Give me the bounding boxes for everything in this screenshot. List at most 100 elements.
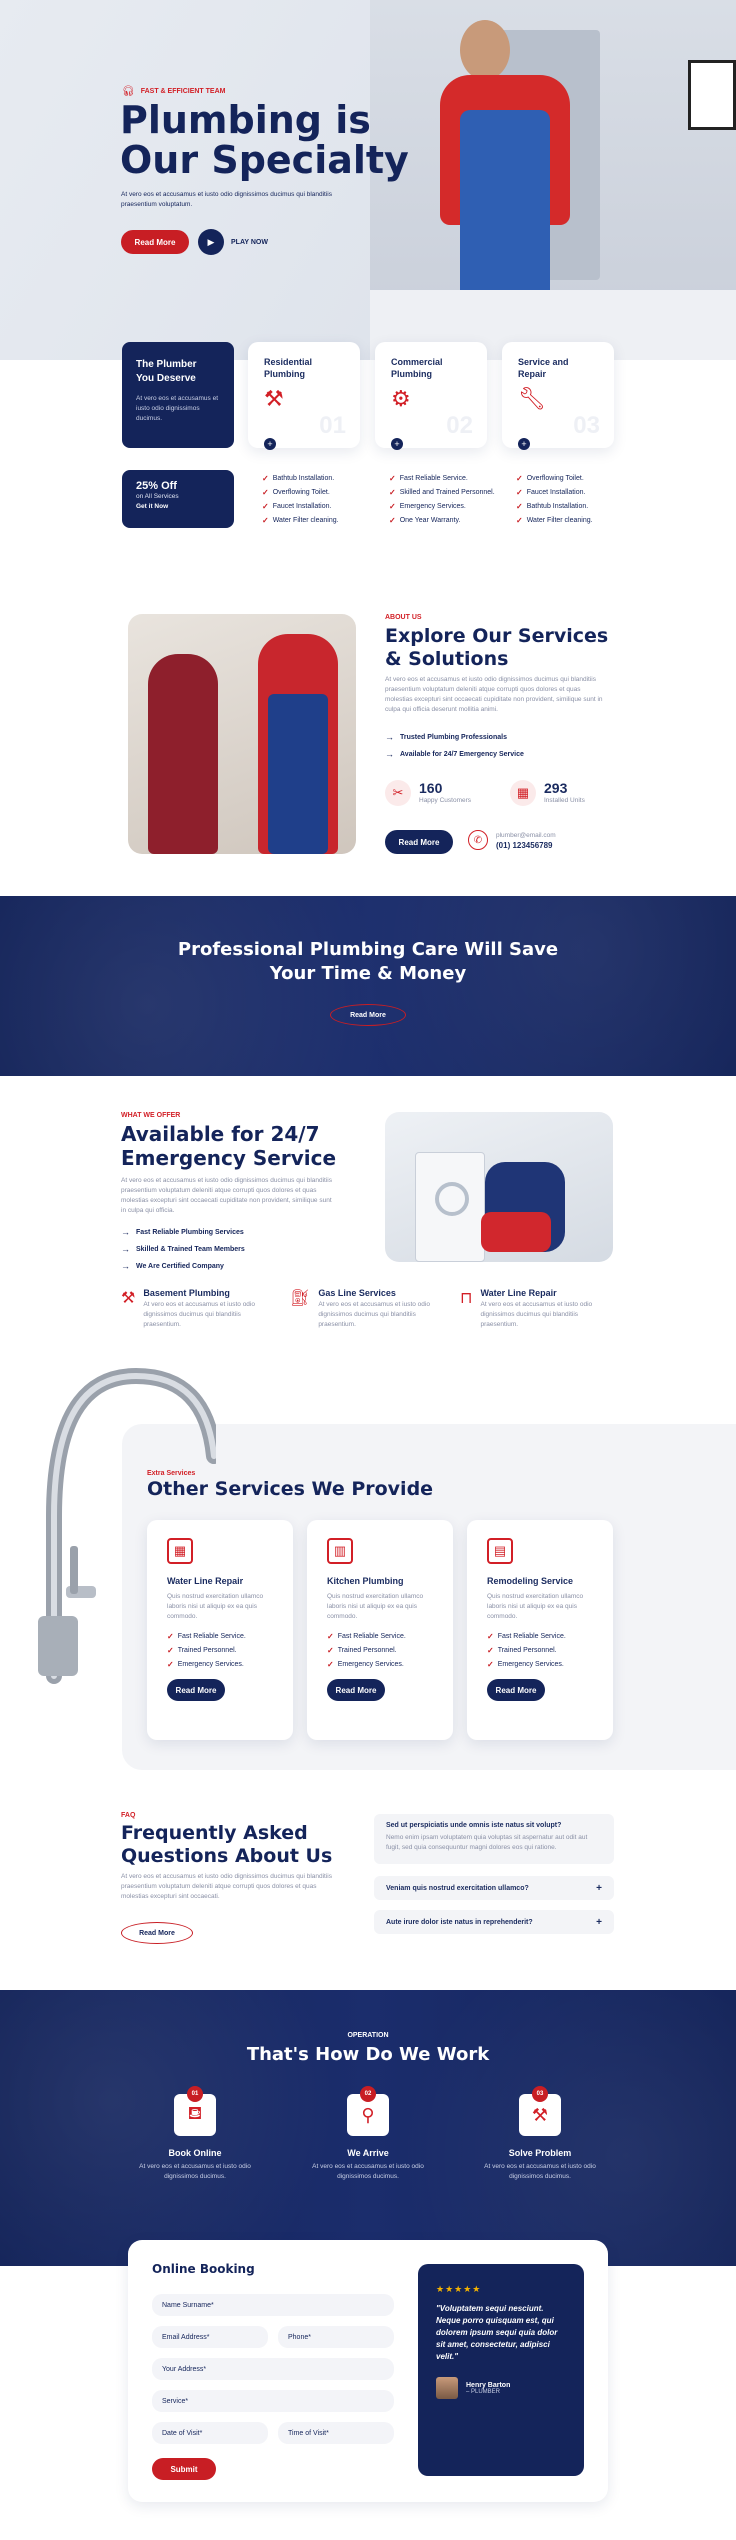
process-tag: OPERATION [347, 2032, 389, 2039]
step-title: Book Online [168, 2148, 222, 2158]
card-plus-icon[interactable]: + [391, 438, 403, 450]
email-field[interactable]: Email Address* [152, 2326, 268, 2348]
list-item: Bathtub Installation. [516, 502, 593, 511]
testimonial-author: Henry Barton [466, 2381, 511, 2389]
step-number: 01 [187, 2086, 203, 2102]
hero-title-line1: Plumbing is [120, 98, 371, 142]
testimonial-quote: "Voluptatem sequi nesciunt. Neque porro … [436, 2304, 558, 2361]
process-step-arrive: ⚲ 02 We Arrive At vero eos et accusamus … [298, 2086, 438, 2182]
plus-icon: + [596, 1916, 602, 1928]
promo-cta[interactable]: Get it Now [136, 502, 220, 512]
faq-read-more-button[interactable]: Read More [121, 1922, 193, 1944]
date-field[interactable]: Date of Visit* [152, 2422, 268, 2444]
card-plus-icon[interactable]: + [518, 438, 530, 450]
promo-sub: on All Services [136, 493, 179, 500]
play-button[interactable]: ▶ PLAY NOW [198, 229, 268, 255]
offer-title-line1: Available for 24/7 [121, 1122, 320, 1146]
banner-title: Professional Plumbing Care Will Save You… [0, 938, 736, 986]
step-number: 02 [360, 2086, 376, 2102]
toilet-icon: ⛾︎ [187, 2103, 203, 2123]
stat-customers: ✂︎ 160 Happy Customers [385, 780, 471, 806]
faq-item-collapsed[interactable]: Aute irure dolor iste natus in reprehend… [374, 1910, 614, 1934]
list-item: Overflowing Toilet. [262, 488, 339, 497]
plus-icon: + [596, 1882, 602, 1894]
faq-text: At vero eos et accusamus et iusto odio d… [121, 1873, 332, 1900]
radiator-icon: ▦ [167, 1538, 193, 1564]
step-number: 03 [532, 2086, 548, 2102]
faq-title-line2: Questions About Us [121, 1845, 333, 1867]
boiler-icon: ▤ [487, 1538, 513, 1564]
service-card-commercial[interactable]: Commercial Plumbing ⚙︎ 02 + [375, 342, 487, 450]
banner-read-more-button[interactable]: Read More [330, 1004, 406, 1026]
hero-read-more-button[interactable]: Read More [121, 230, 189, 254]
list-item: Fast Reliable Plumbing Services [121, 1227, 245, 1237]
time-field[interactable]: Time of Visit* [278, 2422, 394, 2444]
faucet-icon: ⚙︎ [391, 386, 411, 411]
offer-service-gas[interactable]: ⛽︎ Gas Line Services At vero eos et accu… [290, 1288, 450, 1330]
card-number: 03 [573, 412, 600, 439]
promo-title: 25% Off [136, 480, 177, 492]
list-item: Fast Reliable Service. [167, 1632, 273, 1641]
card-plus-icon[interactable]: + [264, 438, 276, 450]
offer-title-line2: Emergency Service [121, 1146, 337, 1170]
banner-title-line2: Your Time & Money [269, 963, 467, 984]
extra-card-remodeling[interactable]: ▤ Remodeling Service Quis nostrud exerci… [467, 1520, 613, 1740]
service-card-title: Service and Repair [518, 357, 569, 379]
extra-title: Other Services We Provide [147, 1478, 434, 1500]
offer-points: Fast Reliable Plumbing Services Skilled … [121, 1227, 245, 1278]
list-item: Emergency Services. [167, 1660, 273, 1669]
phone-field[interactable]: Phone* [278, 2326, 394, 2348]
faq-item-open[interactable]: Sed ut perspiciatis unde omnis iste natu… [374, 1814, 614, 1864]
service-field[interactable]: Service* [152, 2390, 394, 2412]
extra-card-text: Quis nostrud exercitation ullamco labori… [487, 1593, 584, 1620]
list-item: Water Filter cleaning. [516, 516, 593, 525]
offer-text: At vero eos et accusamus et iusto odio d… [121, 1177, 332, 1214]
stat-value: 293 [544, 780, 568, 796]
about-points: Trusted Plumbing Professionals Available… [385, 732, 524, 766]
about-read-more-button[interactable]: Read More [385, 830, 453, 854]
step-text: At vero eos et accusamus et iusto odio d… [312, 2163, 424, 2180]
wrench-icon: 🔧︎ [518, 386, 546, 411]
list-item: Trained Personnel. [327, 1646, 433, 1655]
process-step-book: ⛾︎ 01 Book Online At vero eos et accusam… [125, 2086, 265, 2182]
list-item: Emergency Services. [487, 1660, 593, 1669]
extra-card-waterline[interactable]: ▦ Water Line Repair Quis nostrud exercit… [147, 1520, 293, 1740]
faq-item-collapsed[interactable]: Veniam quis nostrud exercitation ullamco… [374, 1876, 614, 1900]
avatar [436, 2377, 458, 2399]
name-field[interactable]: Name Surname* [152, 2294, 394, 2316]
card-number: 02 [446, 412, 473, 439]
hero-title-line2: Our Specialty [120, 138, 409, 182]
contact-phone[interactable]: (01) 123456789 [496, 841, 556, 850]
stat-label: Installed Units [544, 797, 585, 804]
address-field[interactable]: Your Address* [152, 2358, 394, 2380]
list-item: One Year Warranty. [389, 516, 495, 525]
hero-text: At vero eos et accusamus et iusto odio d… [121, 191, 332, 208]
list-item: Fast Reliable Service. [327, 1632, 433, 1641]
extra-card-kitchen[interactable]: ▥ Kitchen Plumbing Quis nostrud exercita… [307, 1520, 453, 1740]
list-item: Water Filter cleaning. [262, 516, 339, 525]
hero-tag-text: FAST & EFFICIENT TEAM [140, 88, 226, 95]
stat-value: 160 [419, 780, 443, 796]
faq-tag: FAQ [121, 1812, 136, 1819]
list-item: Skilled and Trained Personnel. [389, 488, 495, 497]
service-card-repair[interactable]: Service and Repair 🔧︎ 03 + [502, 342, 614, 450]
promo-card[interactable]: 25% Off on All Services Get it Now [122, 470, 234, 528]
location-icon: ⚲ [361, 2104, 375, 2125]
list-item: Fast Reliable Service. [389, 474, 495, 483]
offer-service-waterline[interactable]: ⊓ Water Line Repair At vero eos et accus… [460, 1288, 620, 1330]
service-card-residential[interactable]: Residential Plumbing ⚒︎ 01 + [248, 342, 360, 450]
offer-service-title: Gas Line Services [318, 1288, 396, 1298]
extra-card-read-more-button[interactable]: Read More [487, 1679, 545, 1701]
faq-answer: Nemo enim ipsam voluptatem quia voluptas… [386, 1834, 588, 1851]
extra-card-read-more-button[interactable]: Read More [167, 1679, 225, 1701]
submit-button[interactable]: Submit [152, 2458, 216, 2480]
hero-title: Plumbing is Our Specialty [120, 100, 409, 180]
step-text: At vero eos et accusamus et iusto odio d… [484, 2163, 596, 2180]
offer-service-text: At vero eos et accusamus et iusto odio d… [480, 1301, 593, 1328]
contact-email[interactable]: plumber@email.com [496, 831, 556, 841]
offer-service-basement[interactable]: ⚒︎ Basement Plumbing At vero eos et accu… [121, 1288, 281, 1330]
rating-stars: ★★★★★ [436, 2284, 482, 2294]
offer-service-title: Basement Plumbing [143, 1288, 230, 1298]
list-item: Skilled & Trained Team Members [121, 1244, 245, 1254]
extra-card-read-more-button[interactable]: Read More [327, 1679, 385, 1701]
